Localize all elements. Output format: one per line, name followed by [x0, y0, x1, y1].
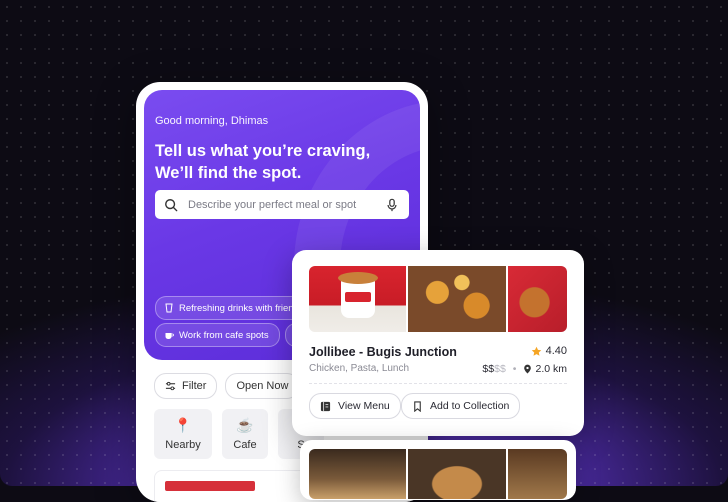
restaurant-card[interactable]: Jollibee - Bugis Junction 4.40 Chicken, … [292, 250, 584, 436]
search-bar[interactable]: Describe your perfect meal or spot [155, 190, 409, 219]
filter-button[interactable]: Filter [154, 373, 218, 399]
filter-bar: Filter Open Now [154, 373, 300, 399]
search-icon [165, 198, 178, 211]
photo-platter [408, 266, 506, 332]
category-nearby[interactable]: 📍 Nearby [154, 409, 212, 459]
restaurant-card-next[interactable] [300, 440, 576, 500]
location-pin-icon [524, 364, 532, 374]
search-placeholder[interactable]: Describe your perfect meal or spot [188, 199, 385, 211]
coffee-cup-icon [165, 333, 174, 339]
restaurant-photos-next [309, 449, 567, 499]
hero-headline: Tell us what you’re craving, We’ll find … [155, 140, 405, 184]
restaurant-name: Jollibee - Bugis Junction [309, 345, 457, 359]
add-to-collection-button[interactable]: Add to Collection [401, 393, 521, 419]
category-cafe[interactable]: ☕ Cafe [222, 409, 268, 459]
cuisine-tags: Chicken, Pasta, Lunch [309, 363, 410, 374]
photo-chicken [508, 266, 567, 332]
rating: 4.40 [531, 345, 567, 357]
pin-icon: 📍 [174, 417, 192, 433]
suggestion-chip-cafe[interactable]: Work from cafe spots [155, 323, 280, 347]
menu-icon [320, 401, 331, 411]
bookmark-icon [414, 400, 421, 412]
headline-line-1: Tell us what you’re craving, [155, 142, 371, 160]
mic-icon[interactable] [385, 198, 399, 212]
distance: 2.0 km [535, 363, 567, 375]
photo-bucket [309, 266, 406, 332]
headline-line-2: We’ll find the spot. [155, 164, 302, 182]
restaurant-photos[interactable] [309, 266, 567, 332]
filter-icon [165, 381, 176, 390]
divider [309, 383, 567, 384]
view-menu-button[interactable]: View Menu [309, 393, 401, 419]
coffee-icon: ☕ [236, 417, 254, 433]
open-now-chip[interactable]: Open Now [225, 373, 300, 399]
star-icon [531, 346, 541, 356]
price-distance: $$$$ • 2.0 km [482, 363, 567, 375]
drink-icon [165, 303, 173, 313]
greeting-text: Good morning, Dhimas [155, 115, 269, 127]
suggestion-chip-drinks[interactable]: Refreshing drinks with friends [155, 296, 315, 320]
price-level: $$$$ [482, 363, 506, 375]
